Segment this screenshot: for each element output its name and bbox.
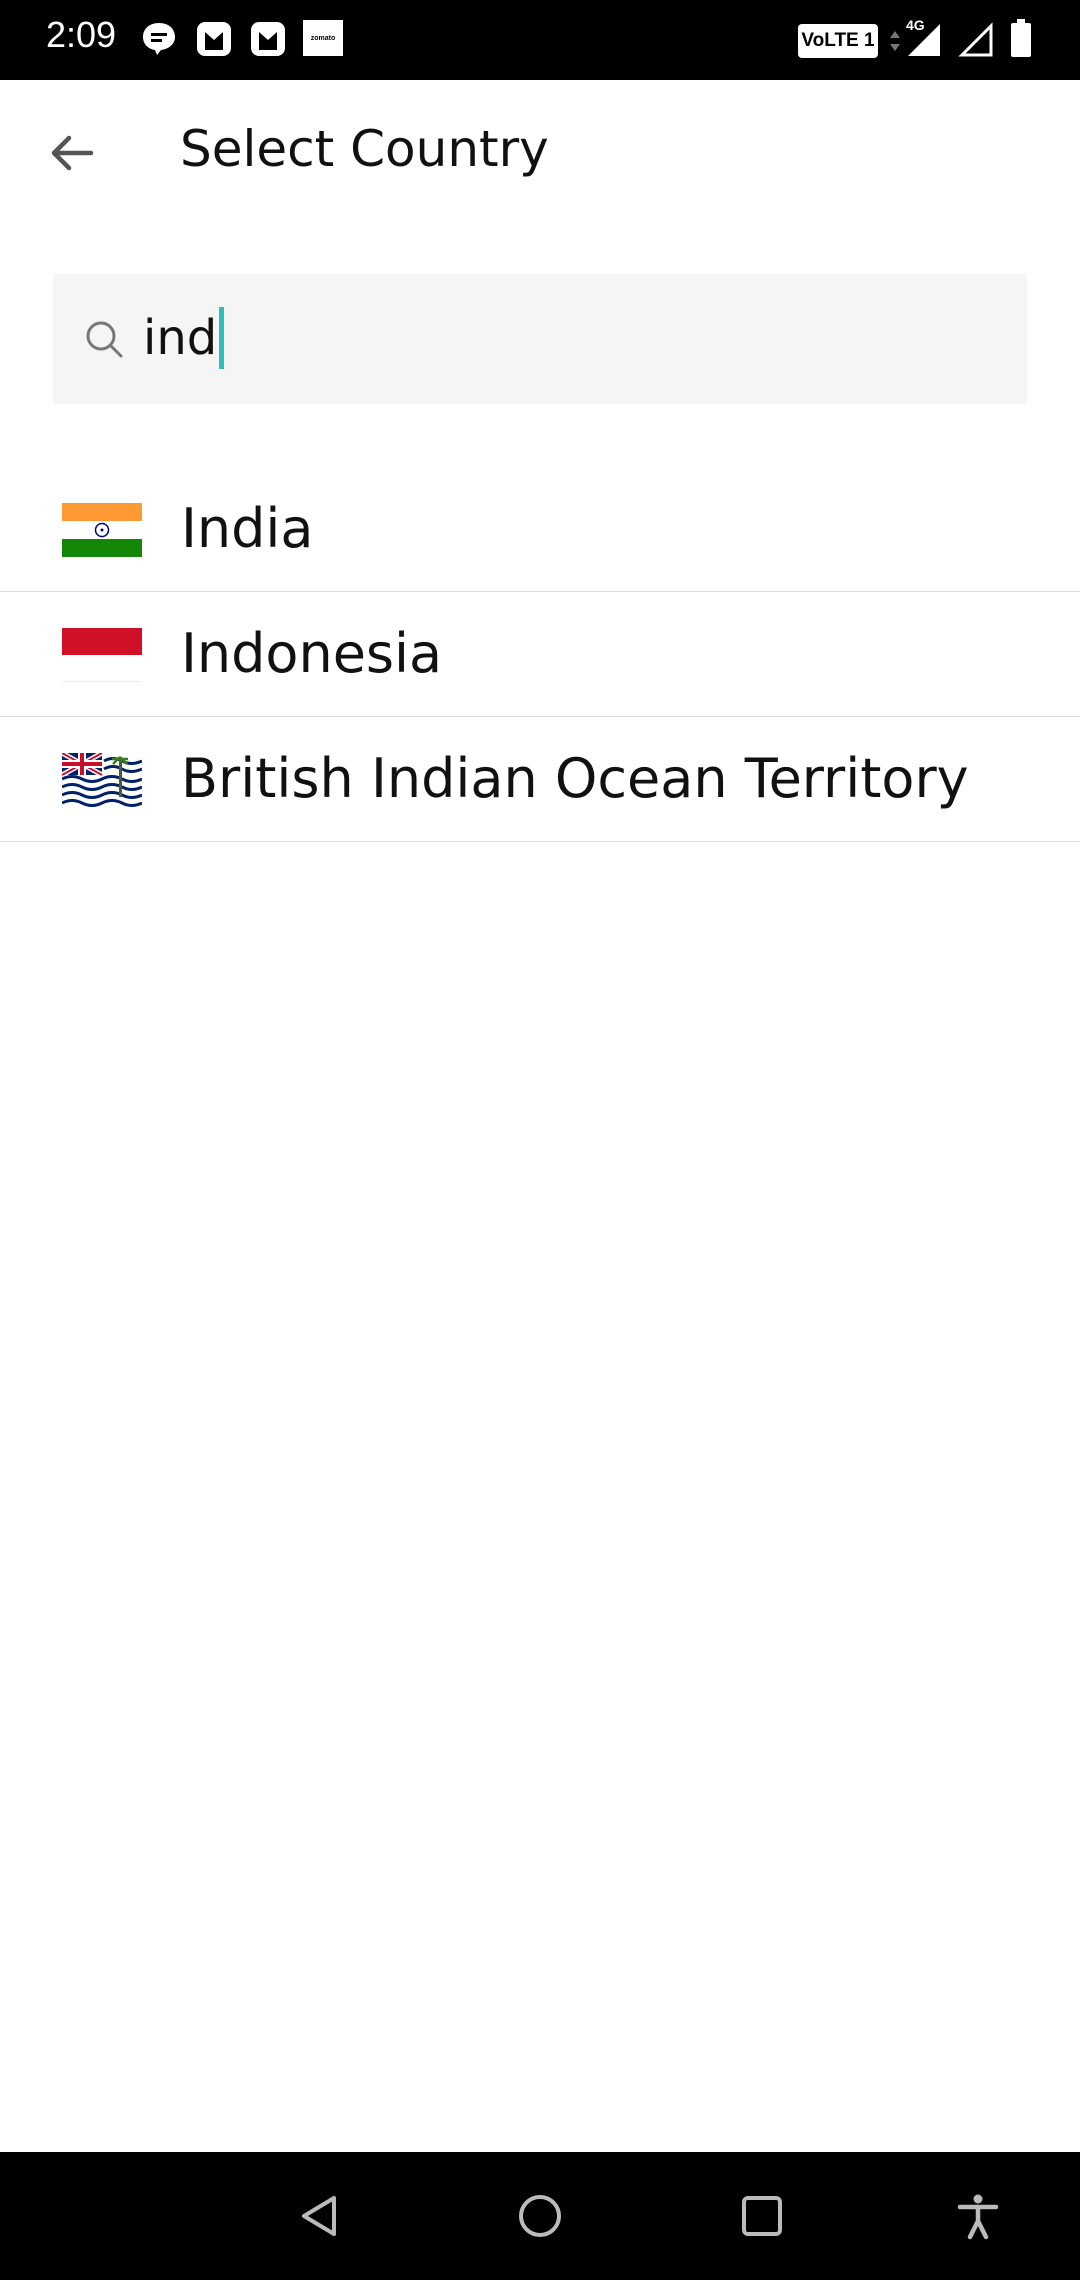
flag-biot-icon — [62, 753, 142, 807]
zomato-icon: zomato — [303, 20, 343, 56]
country-name: India — [181, 497, 314, 560]
search-field[interactable]: ind — [53, 274, 1027, 404]
status-bar: 2:09 zomato VoLTE 1 4G — [0, 0, 1080, 80]
data-arrows-icon — [888, 30, 902, 52]
battery-icon — [1010, 18, 1032, 58]
country-name: Indonesia — [181, 622, 443, 685]
list-item[interactable]: India — [0, 467, 1080, 592]
accessibility-icon — [957, 2194, 999, 2240]
signal-empty-icon — [958, 22, 994, 58]
app-bar: Select Country — [0, 80, 1080, 230]
chat-bubble-icon — [140, 20, 178, 58]
app-icon — [195, 20, 233, 58]
nav-accessibility-button[interactable] — [942, 2180, 1014, 2252]
text-caret — [219, 307, 225, 369]
flag-india-icon — [62, 503, 142, 557]
search-input-value: ind — [143, 310, 218, 366]
flag-indonesia-icon — [62, 628, 142, 682]
back-button[interactable] — [36, 118, 106, 188]
search-input[interactable]: ind — [143, 298, 225, 378]
status-time: 2:09 — [46, 14, 117, 55]
arrow-left-icon — [51, 135, 94, 171]
country-name: British Indian Ocean Territory — [181, 747, 969, 810]
volte-badge: VoLTE 1 — [798, 24, 878, 58]
recents-square-icon — [742, 2196, 782, 2236]
signal-icon — [906, 22, 942, 58]
list-item[interactable]: British Indian Ocean Territory — [0, 717, 1080, 842]
page-title: Select Country — [180, 120, 549, 178]
home-circle-icon — [519, 2195, 561, 2237]
nav-home-button[interactable] — [504, 2180, 576, 2252]
search-icon — [86, 321, 123, 358]
nav-back-button[interactable] — [284, 2180, 356, 2252]
country-list: India Indonesia British Indian Ocean Ter… — [0, 467, 1080, 842]
nav-recents-button[interactable] — [726, 2180, 798, 2252]
back-triangle-icon — [302, 2196, 336, 2236]
app-icon — [249, 20, 287, 58]
system-nav-bar — [0, 2152, 1080, 2280]
list-item[interactable]: Indonesia — [0, 592, 1080, 717]
